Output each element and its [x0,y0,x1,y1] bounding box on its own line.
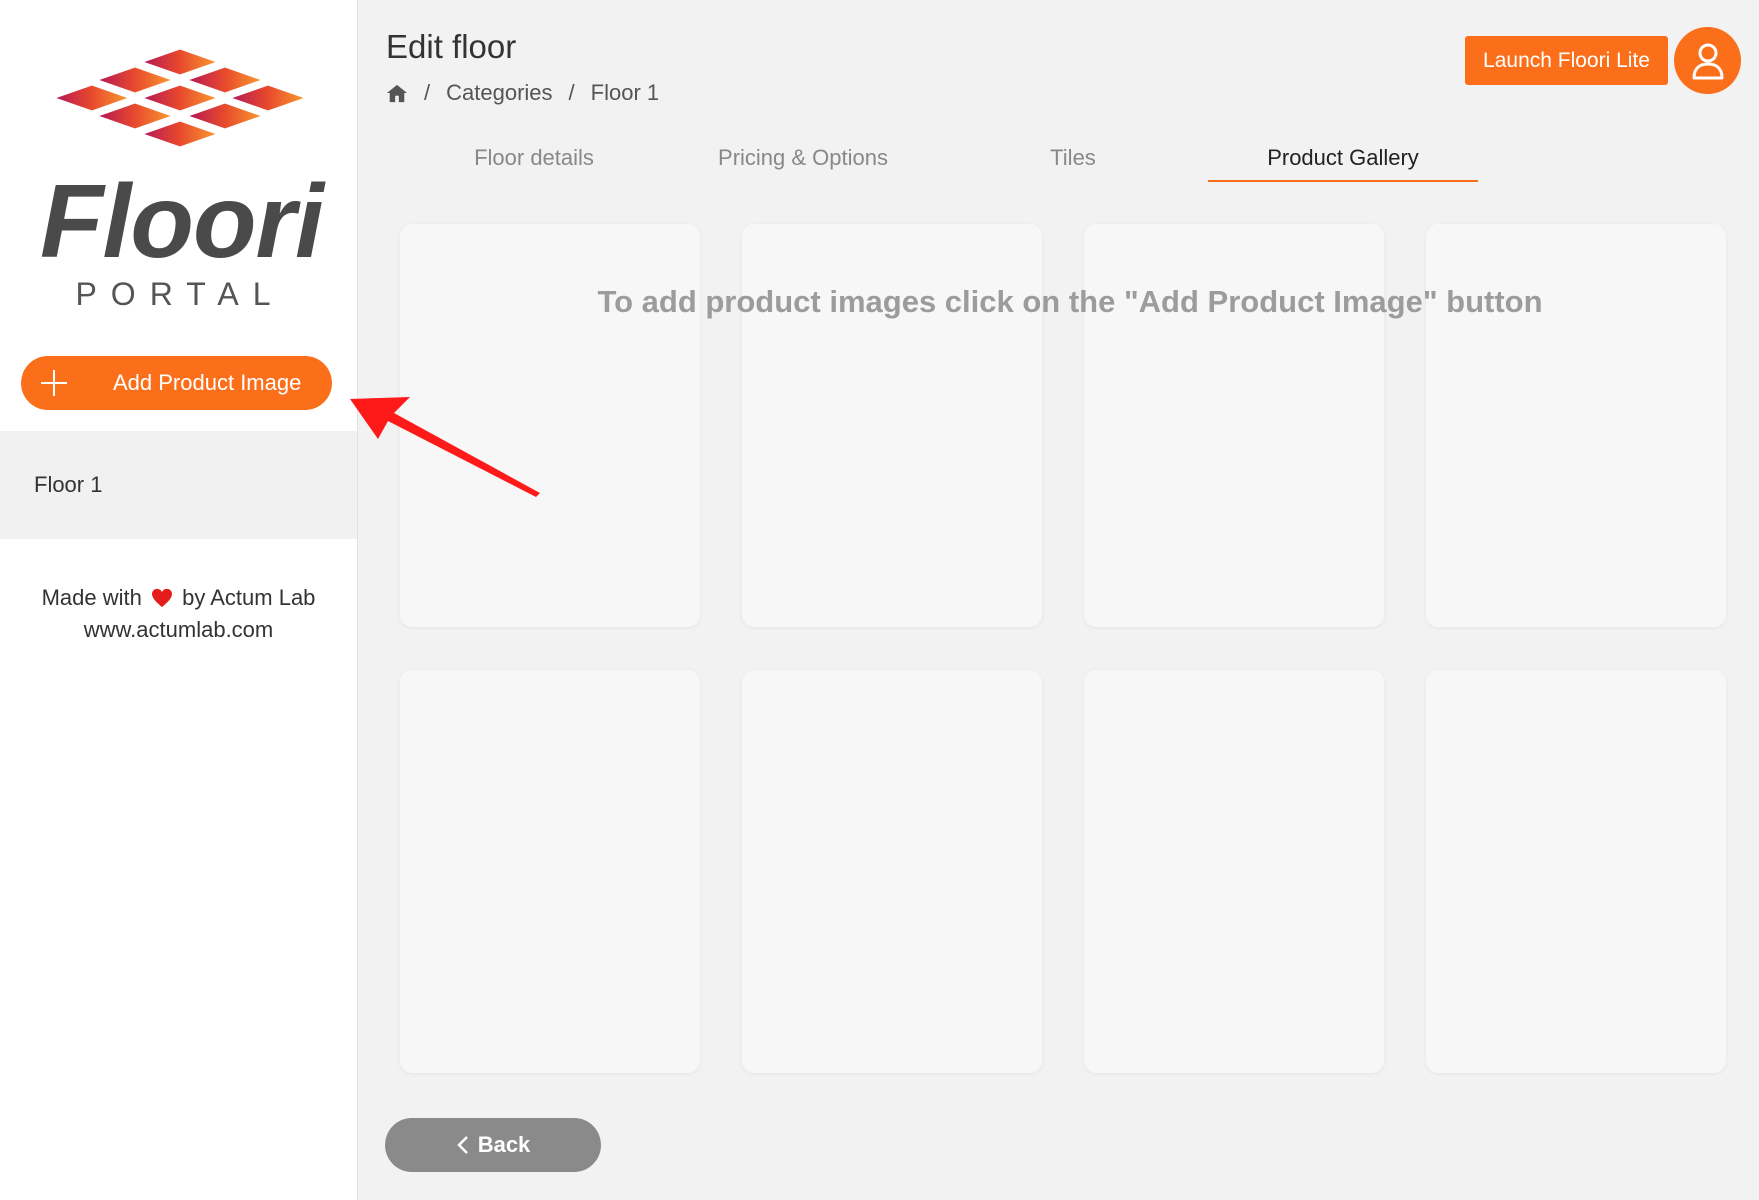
add-product-image-label: Add Product Image [113,370,302,395]
back-button[interactable]: Back [385,1118,601,1172]
back-button-label: Back [477,1132,531,1157]
footer-credit: Made with by Actum Lab www.actumlab.com [0,582,357,646]
breadcrumb-separator: / [568,80,575,105]
launch-floori-lite-button[interactable]: Launch Floori Lite [1465,36,1668,85]
gallery-card [742,670,1042,1073]
add-product-image-button[interactable]: Add Product Image [21,356,332,410]
gallery-card [1426,670,1726,1073]
heart-icon [151,588,172,608]
sidebar-item-floor-1[interactable]: Floor 1 [0,431,357,539]
by-actum-lab-text: by Actum Lab [182,585,316,610]
logo-subtitle: PORTAL [75,276,285,312]
tab-bar: Floor details Pricing & Options Tiles Pr… [400,140,1480,182]
empty-gallery-hint: To add product images click on the "Add … [597,284,1543,319]
chevron-left-icon [456,1136,468,1154]
actumlab-link[interactable]: www.actumlab.com [0,614,357,646]
tab-tiles[interactable]: Tiles [938,140,1208,180]
floori-logo: Floori PORTAL [40,40,324,320]
gallery-card [400,670,700,1073]
sidebar: Floori PORTAL Add Product Image Floor 1 … [0,0,358,1200]
user-icon [1692,43,1723,79]
home-icon[interactable] [386,83,408,103]
sidebar-item-label: Floor 1 [34,472,103,497]
tiles-logo-icon [47,46,313,150]
made-with-text: Made with [41,585,142,610]
tab-floor-details[interactable]: Floor details [400,140,668,180]
tab-product-gallery[interactable]: Product Gallery [1208,140,1478,182]
gallery-card [1084,670,1384,1073]
breadcrumb-categories[interactable]: Categories [446,80,552,106]
annotation-arrow-icon [350,397,540,497]
tab-pricing-options[interactable]: Pricing & Options [668,140,938,180]
breadcrumb: / Categories / Floor 1 [386,80,659,106]
plus-icon [39,368,69,398]
page-title: Edit floor [386,28,517,65]
logo-name: Floori [40,164,324,280]
user-avatar-button[interactable] [1674,27,1741,94]
breadcrumb-current: Floor 1 [590,80,660,105]
breadcrumb-separator: / [424,80,431,105]
